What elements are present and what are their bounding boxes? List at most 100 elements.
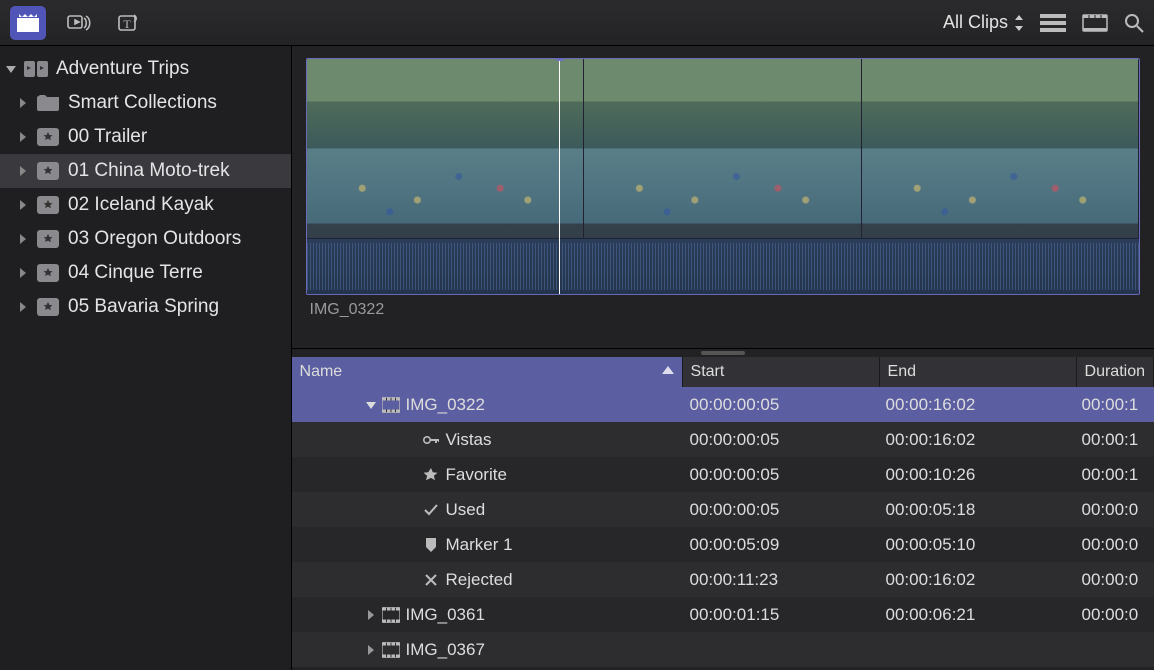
- row-start: 00:00:00:05: [682, 430, 878, 450]
- disclosure-icon[interactable]: [406, 540, 416, 550]
- row-start: 00:00:00:05: [682, 465, 878, 485]
- row-name: IMG_0322: [406, 395, 485, 415]
- svg-text:T: T: [123, 17, 131, 31]
- table-row[interactable]: IMG_032200:00:00:0500:00:16:0200:00:1: [292, 387, 1154, 422]
- row-duration: 00:00:0: [1074, 570, 1154, 590]
- sidebar-item-label: Smart Collections: [68, 92, 217, 114]
- disclosure-right-icon[interactable]: [18, 234, 28, 244]
- row-duration: 00:00:1: [1074, 430, 1154, 450]
- row-end: 00:00:05:18: [878, 500, 1074, 520]
- sidebar-item[interactable]: 04 Cinque Terre: [0, 256, 291, 290]
- row-name: Rejected: [446, 570, 513, 590]
- skimmer-playhead[interactable]: [559, 59, 560, 294]
- toolbar: T All Clips: [0, 0, 1154, 46]
- library-name: Adventure Trips: [56, 58, 189, 80]
- sidebar-item-label: 02 Iceland Kayak: [68, 194, 214, 216]
- table-row[interactable]: IMG_036100:00:01:1500:00:06:2100:00:0: [292, 597, 1154, 632]
- list-view-button[interactable]: [1040, 6, 1066, 40]
- clip-filter-label: All Clips: [943, 12, 1008, 33]
- disclosure-icon[interactable]: [406, 575, 416, 585]
- column-end[interactable]: End: [880, 357, 1077, 387]
- media-browser-tab[interactable]: [10, 6, 46, 40]
- sidebar-item-label: 04 Cinque Terre: [68, 262, 203, 284]
- disclosure-down-icon[interactable]: [6, 64, 16, 74]
- key-icon: [422, 434, 440, 446]
- column-start[interactable]: Start: [683, 357, 880, 387]
- audio-browser-tab[interactable]: [60, 6, 96, 40]
- table-row[interactable]: Marker 1 00:00:05:0900:00:05:1000:00:0: [292, 527, 1154, 562]
- sidebar-item[interactable]: 05 Bavaria Spring: [0, 290, 291, 324]
- film-icon: [382, 397, 400, 413]
- column-name[interactable]: Name: [292, 357, 683, 387]
- table-row[interactable]: Favorite00:00:00:0500:00:10:2600:00:1: [292, 457, 1154, 492]
- disclosure-icon[interactable]: [366, 610, 376, 620]
- filmstrip-view-button[interactable]: [1082, 6, 1108, 40]
- sidebar-item-label: 03 Oregon Outdoors: [68, 228, 241, 250]
- row-name: Marker 1: [446, 535, 513, 555]
- marker-icon: [422, 538, 440, 552]
- table-row[interactable]: IMG_0367: [292, 632, 1154, 667]
- check-icon: [422, 504, 440, 516]
- row-start: 00:00:00:05: [682, 500, 878, 520]
- sidebar-item-label: 00 Trailer: [68, 126, 147, 148]
- disclosure-icon[interactable]: [366, 645, 376, 655]
- library-row[interactable]: Adventure Trips: [0, 52, 291, 86]
- clip-name-label: IMG_0322: [310, 301, 1140, 319]
- sidebar-item[interactable]: 01 China Moto-trek: [0, 154, 291, 188]
- row-duration: 00:00:0: [1074, 535, 1154, 555]
- event-icon: [36, 161, 60, 181]
- film-icon: [382, 607, 400, 623]
- sidebar-item[interactable]: 00 Trailer: [0, 120, 291, 154]
- row-name: Used: [446, 500, 486, 520]
- updown-icon: [1014, 15, 1024, 31]
- sidebar-item[interactable]: 03 Oregon Outdoors: [0, 222, 291, 256]
- sidebar-item[interactable]: 02 Iceland Kayak: [0, 188, 291, 222]
- row-start: 00:00:00:05: [682, 395, 878, 415]
- event-icon: [36, 195, 60, 215]
- disclosure-right-icon[interactable]: [18, 268, 28, 278]
- disclosure-right-icon[interactable]: [18, 98, 28, 108]
- sidebar-item-label: 05 Bavaria Spring: [68, 296, 219, 318]
- row-duration: 00:00:0: [1074, 500, 1154, 520]
- row-duration: 00:00:1: [1074, 395, 1154, 415]
- row-end: 00:00:05:10: [878, 535, 1074, 555]
- clip-list-table: Name Start End Duration IMG_032200:00:00…: [292, 348, 1154, 670]
- row-name: Favorite: [446, 465, 507, 485]
- clip-filter-popup[interactable]: All Clips: [943, 12, 1024, 33]
- filmstrip[interactable]: IMG_0322: [292, 46, 1154, 348]
- split-drag-handle[interactable]: [292, 349, 1154, 357]
- search-icon: [1124, 13, 1144, 33]
- row-name: Vistas: [446, 430, 492, 450]
- row-end: 00:00:06:21: [878, 605, 1074, 625]
- table-row[interactable]: Vistas 00:00:00:0500:00:16:0200:00:1: [292, 422, 1154, 457]
- disclosure-right-icon[interactable]: [18, 166, 28, 176]
- row-end: 00:00:16:02: [878, 430, 1074, 450]
- film-icon: [382, 642, 400, 658]
- disclosure-right-icon[interactable]: [18, 302, 28, 312]
- table-row[interactable]: Used 00:00:00:0500:00:05:1800:00:0: [292, 492, 1154, 527]
- disclosure-right-icon[interactable]: [18, 200, 28, 210]
- disclosure-icon[interactable]: [366, 400, 376, 410]
- search-button[interactable]: [1124, 6, 1144, 40]
- column-duration[interactable]: Duration: [1077, 357, 1154, 387]
- sidebar: Adventure Trips Smart Collections 00 Trai…: [0, 46, 292, 670]
- table-row[interactable]: Rejected00:00:11:2300:00:16:0200:00:0: [292, 562, 1154, 597]
- star-icon: [422, 468, 440, 482]
- disclosure-right-icon[interactable]: [18, 132, 28, 142]
- event-icon: [36, 297, 60, 317]
- disclosure-icon[interactable]: [406, 505, 416, 515]
- titles-browser-tab[interactable]: T: [110, 6, 146, 40]
- row-start: 00:00:05:09: [682, 535, 878, 555]
- sort-asc-icon: [662, 363, 674, 381]
- event-icon: [36, 127, 60, 147]
- sidebar-item-label: 01 China Moto-trek: [68, 160, 230, 182]
- sidebar-item[interactable]: Smart Collections: [0, 86, 291, 120]
- row-duration: 00:00:1: [1074, 465, 1154, 485]
- row-start: 00:00:01:15: [682, 605, 878, 625]
- event-icon: [36, 263, 60, 283]
- clip-thumbnail-strip[interactable]: [306, 58, 1140, 295]
- disclosure-icon[interactable]: [406, 470, 416, 480]
- row-name: IMG_0361: [406, 605, 485, 625]
- disclosure-icon[interactable]: [406, 435, 416, 445]
- event-icon: [36, 229, 60, 249]
